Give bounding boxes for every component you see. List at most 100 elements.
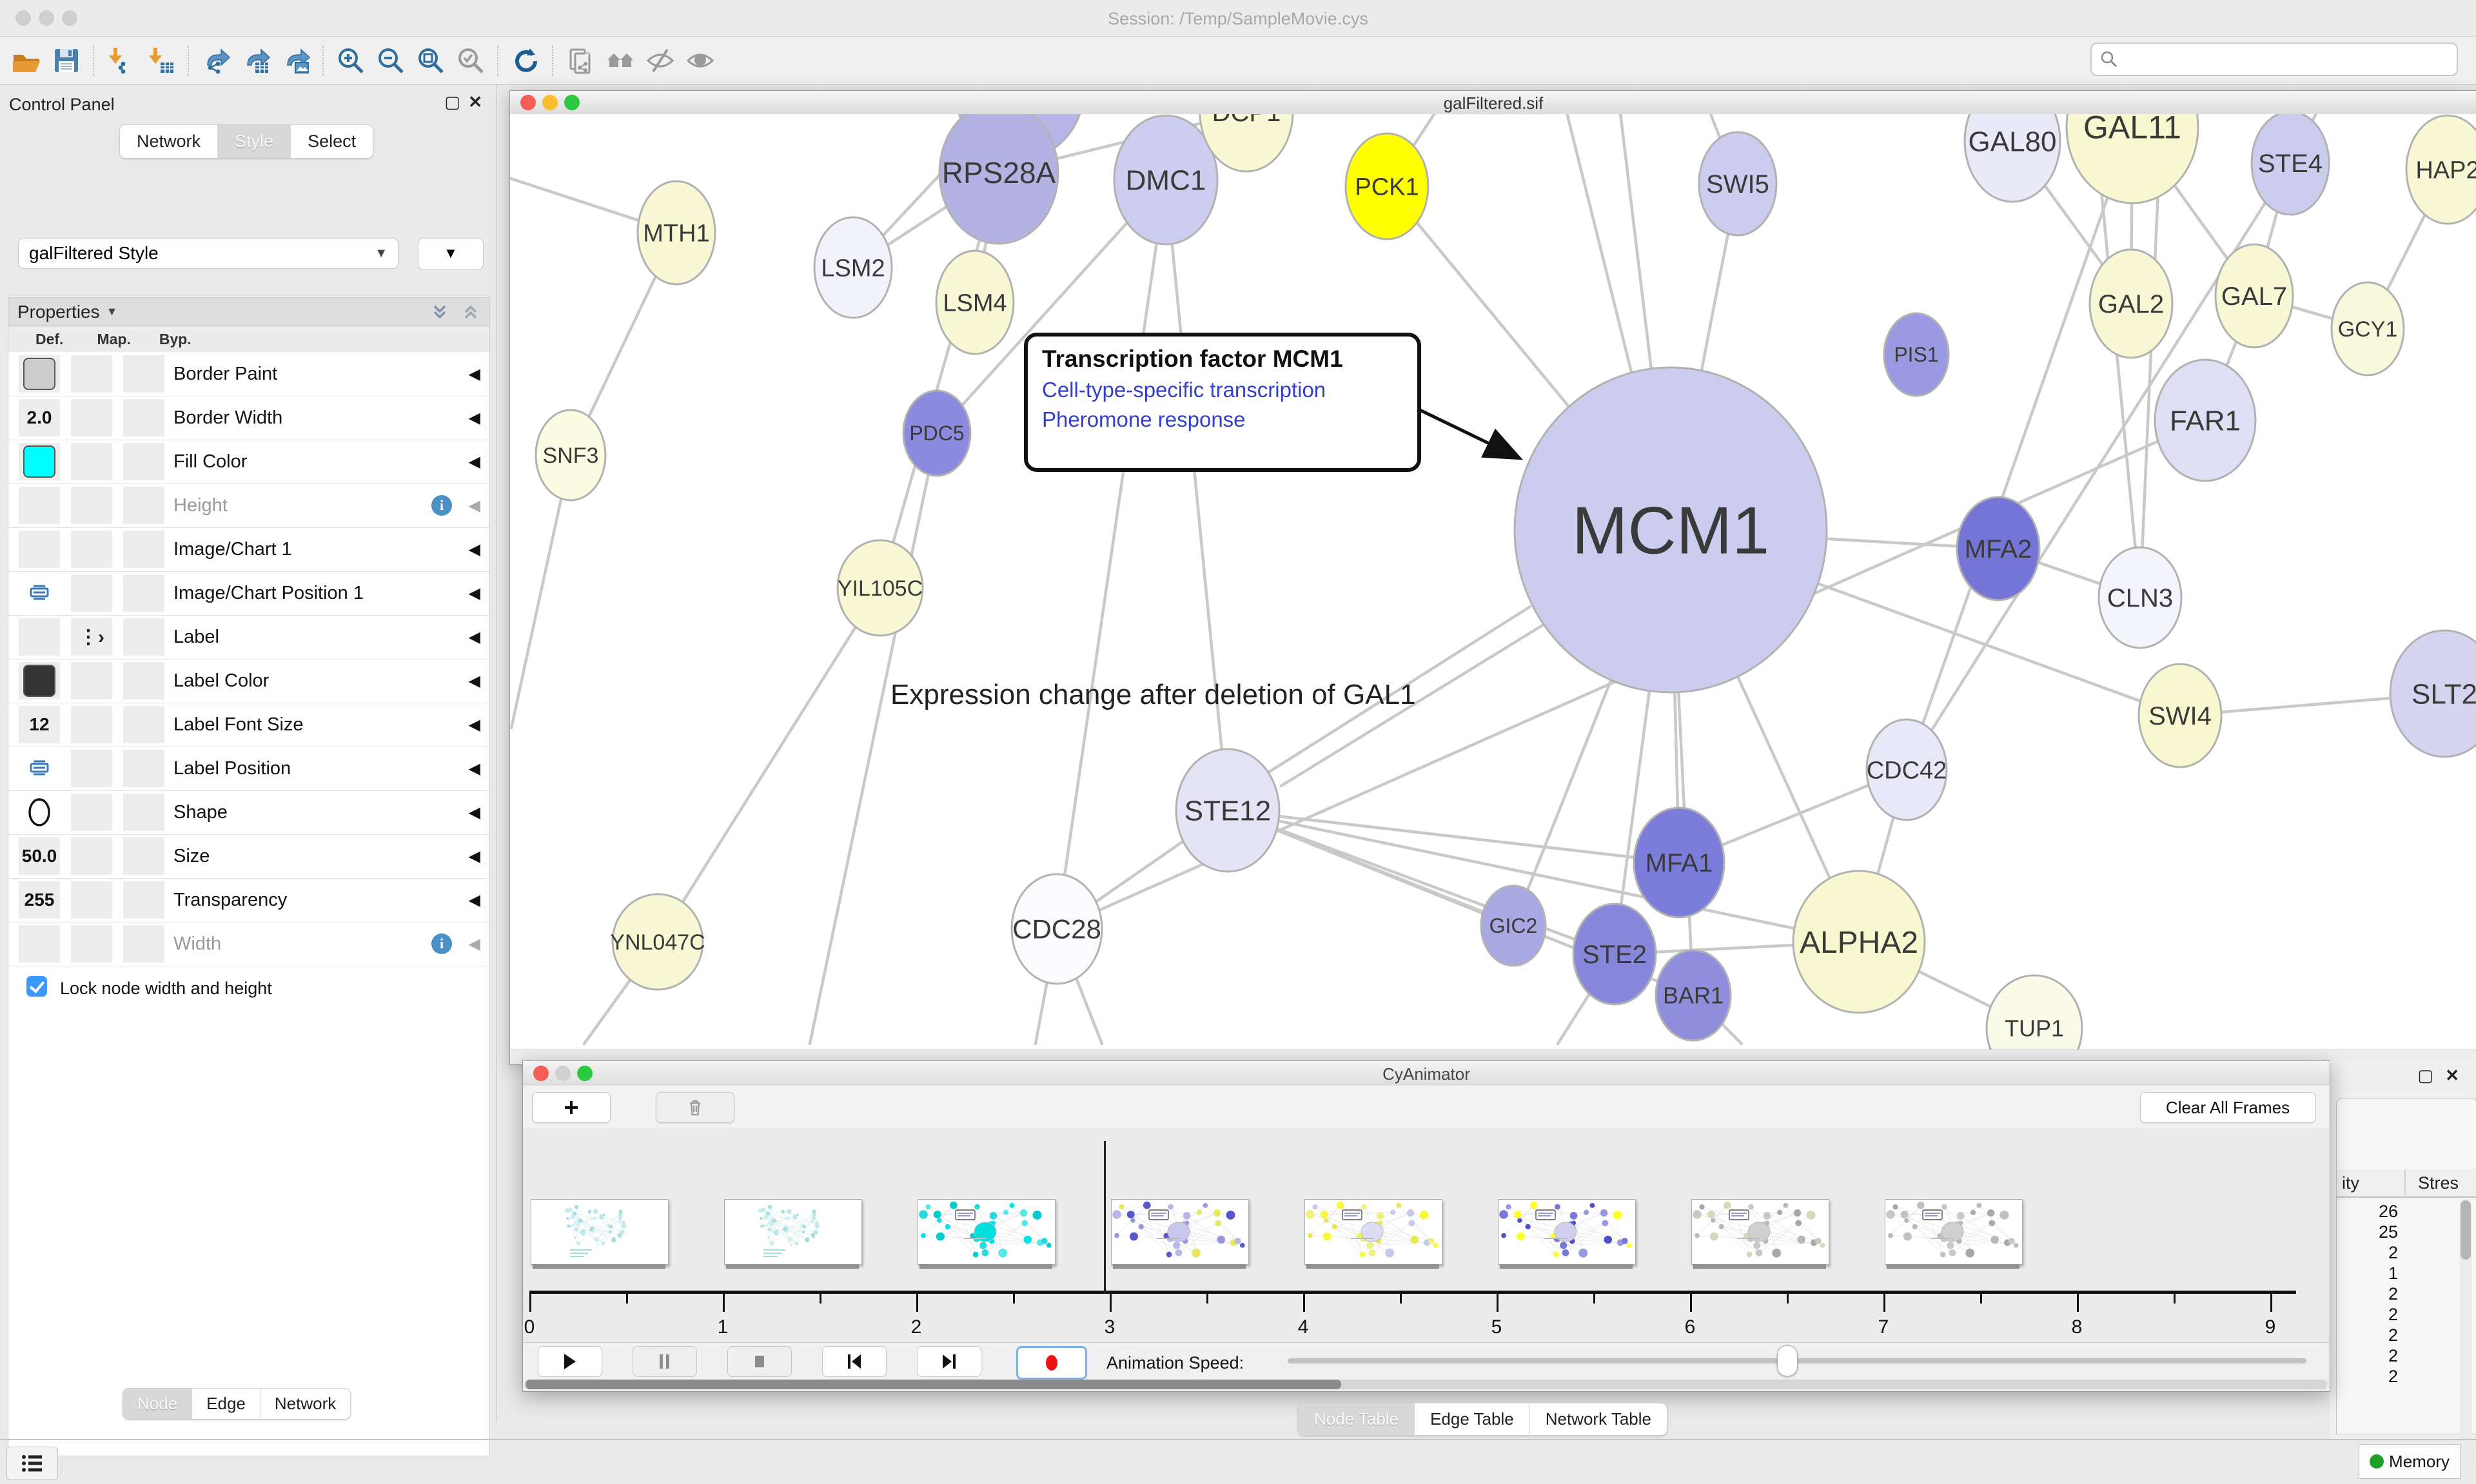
- network-node-tup1[interactable]: TUP1: [1987, 975, 2082, 1050]
- map-cell[interactable]: [71, 531, 112, 568]
- network-node-mfa2[interactable]: MFA2: [1957, 497, 2039, 600]
- dock-tab-network-table[interactable]: Network Table: [1530, 1403, 1667, 1435]
- clear-all-frames-button[interactable]: Clear All Frames: [2140, 1092, 2315, 1123]
- table-vertical-scrollbar[interactable]: [2460, 1199, 2471, 1470]
- collapse-all-icon[interactable]: [461, 303, 480, 321]
- cyanimator-titlebar[interactable]: CyAnimator: [523, 1061, 2330, 1086]
- network-node-swi4[interactable]: SWI4: [2139, 664, 2221, 767]
- def-cell[interactable]: [19, 662, 60, 699]
- expand-arrow-icon[interactable]: ◀: [469, 628, 480, 647]
- export-image-button[interactable]: [276, 41, 316, 80]
- property-row-transparency[interactable]: 255Transparency◀: [8, 878, 489, 923]
- network-node-bar1[interactable]: BAR1: [1656, 950, 1731, 1040]
- style-scope-tab-network[interactable]: Network: [260, 1389, 350, 1419]
- delete-frame-button[interactable]: [656, 1092, 734, 1123]
- def-cell[interactable]: [19, 355, 60, 393]
- refresh-button[interactable]: [506, 41, 545, 80]
- property-row-border-paint[interactable]: Border Paint◀: [8, 352, 489, 396]
- zoom-out-button[interactable]: [371, 41, 411, 80]
- add-frame-button[interactable]: [532, 1092, 611, 1123]
- expand-all-icon[interactable]: [430, 303, 449, 321]
- frame-thumbnail-6[interactable]: [1691, 1199, 1829, 1265]
- import-table-button[interactable]: [141, 41, 181, 80]
- network-node-gal2[interactable]: GAL2: [2090, 249, 2172, 358]
- search-field[interactable]: [2090, 43, 2458, 76]
- expand-arrow-icon[interactable]: ◀: [469, 409, 480, 427]
- table-cell-value[interactable]: 2: [2337, 1243, 2398, 1263]
- save-button[interactable]: [46, 41, 86, 80]
- frame-thumbnail-0[interactable]: [531, 1199, 669, 1265]
- style-dropdown[interactable]: galFiltered Style ▼: [18, 238, 398, 269]
- network-node-pdc5[interactable]: PDC5: [903, 391, 970, 476]
- table-cell-value[interactable]: 1: [2337, 1264, 2398, 1284]
- def-cell[interactable]: [19, 750, 60, 787]
- style-options-button[interactable]: ▼: [418, 238, 484, 270]
- byp-cell[interactable]: [123, 618, 164, 656]
- network-node-ste2[interactable]: STE2: [1573, 904, 1656, 1004]
- map-cell[interactable]: [71, 443, 112, 480]
- byp-cell[interactable]: [123, 487, 164, 524]
- memory-button[interactable]: Memory: [2359, 1444, 2461, 1479]
- network-canvas[interactable]: RPS28BRPS28ADMC1DCP1PCK1MTH1LSM2LSM4SNF3…: [510, 114, 2476, 1050]
- expand-arrow-icon[interactable]: ◀: [469, 716, 480, 734]
- network-titlebar[interactable]: galFiltered.sif: [510, 91, 2476, 115]
- scrollbar-thumb[interactable]: [526, 1380, 1341, 1389]
- search-input[interactable]: [2119, 49, 2431, 70]
- property-row-height[interactable]: Heighti◀: [8, 483, 489, 528]
- pause-button[interactable]: [633, 1346, 697, 1377]
- map-cell[interactable]: [71, 794, 112, 831]
- stop-button[interactable]: [727, 1346, 792, 1377]
- network-node-cdc28[interactable]: CDC28: [1012, 874, 1102, 984]
- network-edge[interactable]: [1907, 127, 2132, 770]
- column-divider[interactable]: [2404, 1169, 2406, 1195]
- column-ity[interactable]: ity: [2342, 1173, 2359, 1193]
- open-folder-button[interactable]: [6, 41, 46, 80]
- table-cell-value[interactable]: 2: [2337, 1367, 2398, 1387]
- frame-thumbnail-4[interactable]: [1304, 1199, 1442, 1265]
- network-node-gic2[interactable]: GIC2: [1481, 886, 1546, 966]
- close-panel-icon[interactable]: ✕: [2445, 1066, 2459, 1086]
- go-to-start-button[interactable]: [822, 1346, 887, 1377]
- cyanimator-timeline[interactable]: 0123456789Seconds: [523, 1128, 2330, 1342]
- play-button[interactable]: [538, 1346, 602, 1377]
- property-row-label-color[interactable]: Label Color◀: [8, 659, 489, 703]
- byp-cell[interactable]: [123, 531, 164, 568]
- table-cell-value[interactable]: 26: [2337, 1202, 2398, 1222]
- dock-tab-node-table[interactable]: Node Table: [1299, 1403, 1415, 1435]
- property-row-size[interactable]: 50.0Size◀: [8, 834, 489, 879]
- def-cell[interactable]: [19, 531, 60, 568]
- frame-thumbnail-7[interactable]: [1885, 1199, 2023, 1265]
- table-cell-value[interactable]: 2: [2337, 1305, 2398, 1325]
- network-node-mfa1[interactable]: MFA1: [1634, 808, 1724, 917]
- map-cell[interactable]: [71, 574, 112, 612]
- go-to-end-button[interactable]: [917, 1346, 981, 1377]
- network-node-rps28a[interactable]: RPS28A: [939, 114, 1058, 244]
- def-cell[interactable]: [19, 487, 60, 524]
- def-cell[interactable]: [19, 925, 60, 962]
- def-cell[interactable]: [19, 574, 60, 612]
- property-row-image-chart-position-1[interactable]: Image/Chart Position 1◀: [8, 571, 489, 616]
- byp-cell[interactable]: [123, 574, 164, 612]
- property-row-label-position[interactable]: Label Position◀: [8, 747, 489, 791]
- network-edge[interactable]: [1057, 180, 1166, 929]
- info-icon[interactable]: i: [431, 495, 452, 516]
- expand-arrow-icon[interactable]: ◀: [469, 584, 480, 603]
- network-node-lsm4[interactable]: LSM4: [936, 251, 1014, 354]
- byp-cell[interactable]: [123, 881, 164, 919]
- tab-select[interactable]: Select: [291, 125, 373, 158]
- network-node-dmc1[interactable]: DMC1: [1114, 115, 1217, 244]
- annotation-callout[interactable]: Transcription factor MCM1 Cell-type-spec…: [1024, 333, 1421, 472]
- map-cell[interactable]: [71, 487, 112, 524]
- info-icon[interactable]: i: [431, 933, 452, 954]
- expand-arrow-icon[interactable]: ◀: [469, 847, 480, 866]
- network-node-pck1[interactable]: PCK1: [1346, 133, 1428, 239]
- panel-list-button[interactable]: [6, 1447, 58, 1480]
- expand-arrow-icon[interactable]: ◀: [469, 935, 480, 953]
- network-node-swi5[interactable]: SWI5: [1699, 132, 1776, 235]
- byp-cell[interactable]: [123, 443, 164, 480]
- expand-arrow-icon[interactable]: ◀: [469, 453, 480, 471]
- byp-cell[interactable]: [123, 706, 164, 743]
- export-table-button[interactable]: [236, 41, 276, 80]
- property-row-label[interactable]: ⋮›Label◀: [8, 615, 489, 659]
- byp-cell[interactable]: [123, 662, 164, 699]
